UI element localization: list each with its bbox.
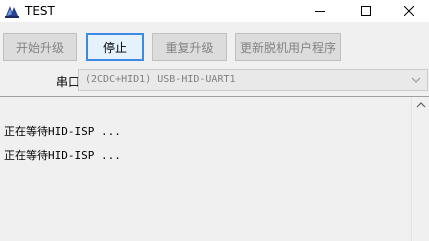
repeat-upgrade-label: 重复升级 bbox=[165, 40, 214, 55]
port-label: 串口 bbox=[56, 75, 81, 89]
update-offline-program-label: 更新脱机用户程序 bbox=[239, 40, 336, 55]
repeat-upgrade-button[interactable]: 重复升级 bbox=[152, 33, 227, 61]
log-line: 正在等待HID-ISP ... bbox=[4, 149, 121, 162]
close-button[interactable] bbox=[389, 0, 429, 22]
log-line: 正在等待HID-ISP ... bbox=[4, 125, 121, 138]
start-upgrade-button[interactable]: 开始升级 bbox=[3, 33, 77, 61]
update-offline-program-button[interactable]: 更新脱机用户程序 bbox=[235, 33, 341, 61]
stop-label: 停止 bbox=[102, 40, 127, 55]
app-logo-icon bbox=[4, 3, 20, 19]
minimize-button[interactable] bbox=[297, 0, 343, 22]
chevron-down-icon bbox=[411, 77, 421, 83]
title-bar: TEST bbox=[0, 0, 429, 22]
maximize-button[interactable] bbox=[343, 0, 389, 22]
vertical-scrollbar[interactable] bbox=[411, 97, 429, 241]
minimize-icon bbox=[315, 11, 325, 12]
maximize-icon bbox=[361, 6, 371, 16]
port-selected-value: (2CDC+HID1) USB-HID-UART1 bbox=[85, 74, 236, 85]
stop-button[interactable]: 停止 bbox=[86, 33, 144, 61]
start-upgrade-label: 开始升级 bbox=[15, 40, 64, 55]
close-icon bbox=[404, 6, 414, 16]
scroll-up-icon[interactable] bbox=[416, 101, 426, 109]
port-select[interactable]: (2CDC+HID1) USB-HID-UART1 bbox=[78, 69, 428, 91]
log-output[interactable]: 正在等待HID-ISP ... 正在等待HID-ISP ... bbox=[0, 96, 429, 241]
window-title: TEST bbox=[25, 4, 55, 18]
